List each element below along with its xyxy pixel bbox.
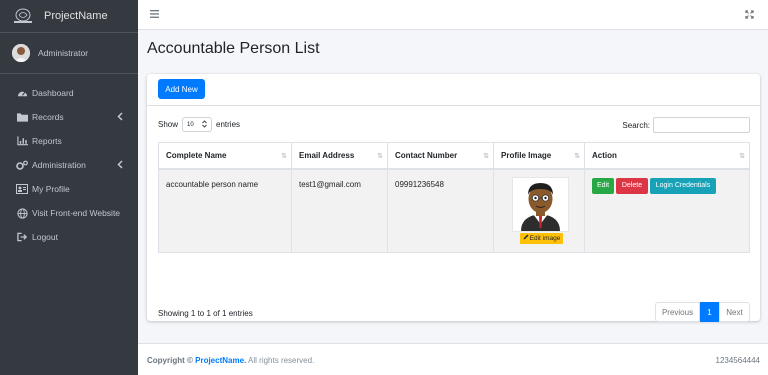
sidebar-item-label: Records [32, 112, 64, 122]
sidebar-item-label: Administration [32, 160, 86, 170]
search-label: Search: [622, 120, 650, 130]
main-content: Accountable Person List Add New Show 10 … [138, 30, 768, 343]
delete-button[interactable]: Delete [616, 177, 648, 194]
select-arrows-icon [202, 119, 207, 130]
card-header: Add New [147, 74, 760, 106]
data-table: Complete Name ⇅ Email Address ⇅ Contact Nu… [158, 142, 750, 253]
sort-icon: ⇅ [377, 153, 383, 160]
chevron-left-icon [117, 112, 125, 122]
brand-name: ProjectName [44, 10, 108, 22]
list-card: Add New Show 10 entries Search: Complete… [147, 74, 760, 322]
sidebar-item-dashboard[interactable]: Dashboard [0, 81, 138, 105]
search-control: Search: [622, 117, 750, 133]
table-row: accountable person name test1@gmail.com … [158, 168, 750, 253]
pagination: Previous 1 Next [655, 302, 750, 322]
sidebar-nav: Dashboard Records Reports Administration [0, 81, 138, 249]
fullscreen-expand-icon[interactable] [745, 10, 755, 20]
sort-icon: ⇅ [483, 153, 489, 160]
sidebar-item-visit-website[interactable]: Visit Front-end Website [0, 201, 138, 225]
footer: Copyright © ProjectName. All rights rese… [138, 343, 768, 375]
logout-icon [16, 231, 28, 243]
cell-contact-number: 09991236548 [387, 168, 494, 253]
sidebar-item-logout[interactable]: Logout [0, 225, 138, 249]
pencil-icon [523, 234, 529, 242]
chevron-left-icon [117, 160, 125, 170]
sidebar: ProjectName Administrator Dashboard Reco… [0, 0, 138, 375]
user-name: Administrator [38, 48, 89, 58]
table-header-row: Complete Name ⇅ Email Address ⇅ Contact Nu… [158, 142, 750, 170]
sidebar-item-label: Reports [32, 136, 62, 146]
user-panel[interactable]: Administrator [0, 33, 138, 74]
login-credentials-button[interactable]: Login Credentials [650, 177, 716, 194]
sort-icon: ⇅ [281, 153, 287, 160]
sidebar-item-label: Visit Front-end Website [32, 208, 121, 218]
sort-icon: ⇅ [574, 153, 580, 160]
id-card-icon [16, 183, 28, 195]
search-input[interactable] [653, 117, 750, 133]
copyright: Copyright © ProjectName. All rights rese… [147, 356, 314, 365]
pagination-previous[interactable]: Previous [655, 302, 700, 322]
version-number: 1234564444 [715, 356, 761, 365]
cogs-icon [16, 159, 28, 171]
edit-image-label: Edit image [529, 234, 561, 242]
folder-icon [16, 111, 28, 123]
sidebar-item-label: Dashboard [32, 88, 74, 98]
entries-label: entries [216, 120, 241, 129]
column-header-profile-image[interactable]: Profile Image ⇅ [493, 142, 585, 170]
rights-text: All rights reserved. [248, 356, 315, 365]
table-info: Showing 1 to 1 of 1 entries [158, 309, 253, 318]
entries-length-control: Show 10 entries [158, 117, 240, 132]
hamburger-menu-icon[interactable] [150, 10, 160, 20]
sidebar-item-my-profile[interactable]: My Profile [0, 177, 138, 201]
cell-complete-name: accountable person name [158, 168, 292, 253]
sidebar-item-reports[interactable]: Reports [0, 129, 138, 153]
sidebar-item-label: Logout [32, 232, 58, 242]
brand-logo-icon [9, 6, 36, 26]
dashboard-icon [16, 87, 28, 99]
column-header-email[interactable]: Email Address ⇅ [291, 142, 388, 170]
pagination-next[interactable]: Next [719, 302, 750, 322]
show-label: Show [158, 120, 179, 129]
page-title: Accountable Person List [147, 40, 320, 57]
sidebar-item-records[interactable]: Records [0, 105, 138, 129]
column-header-contact-number[interactable]: Contact Number ⇅ [387, 142, 494, 170]
pagination-page-1[interactable]: 1 [700, 302, 719, 322]
brand-link[interactable]: ProjectName [0, 0, 138, 33]
sort-icon: ⇅ [739, 153, 745, 160]
cell-email: test1@gmail.com [291, 168, 388, 253]
avatar [12, 44, 30, 62]
copyright-prefix: Copyright © [147, 356, 193, 365]
profile-image [512, 176, 569, 232]
sidebar-item-administration[interactable]: Administration [0, 153, 138, 177]
add-new-button[interactable]: Add New [158, 79, 205, 99]
topbar [138, 0, 768, 30]
edit-button[interactable]: Edit [592, 177, 614, 194]
cell-profile-image: Edit image [493, 168, 585, 253]
entries-select[interactable]: 10 [182, 117, 213, 132]
sidebar-item-label: My Profile [32, 184, 70, 194]
entries-select-value: 10 [187, 121, 194, 128]
cell-action: Edit Delete Login Credentials [584, 168, 750, 253]
chart-icon [16, 135, 28, 147]
globe-icon [16, 207, 28, 219]
column-header-action[interactable]: Action ⇅ [584, 142, 750, 170]
footer-project-link[interactable]: ProjectName. [195, 356, 246, 365]
edit-image-button[interactable]: Edit image [520, 232, 563, 244]
column-header-complete-name[interactable]: Complete Name ⇅ [158, 142, 292, 170]
